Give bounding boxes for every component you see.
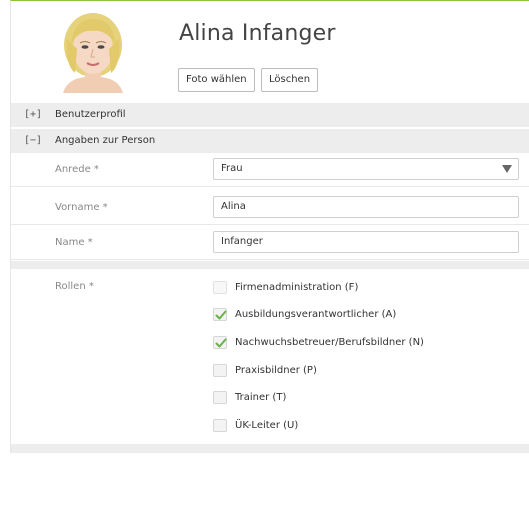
user-form-panel: Alina Infanger Foto wählen Löschen [+] B… xyxy=(10,0,529,453)
section-label: Angaben zur Person xyxy=(55,135,156,146)
role-label: ÜK-Leiter (U) xyxy=(235,420,299,431)
section-benutzerprofil[interactable]: [+] Benutzerprofil xyxy=(11,103,529,127)
section-divider xyxy=(11,261,529,269)
rollen-label: Rollen * xyxy=(55,281,94,292)
vorname-input[interactable]: Alina xyxy=(213,196,519,218)
name-input[interactable]: Infanger xyxy=(213,231,519,253)
check-icon xyxy=(215,310,227,320)
avatar xyxy=(55,9,131,93)
checkbox-checked[interactable] xyxy=(213,336,227,349)
collapse-icon[interactable]: [−] xyxy=(24,129,42,153)
expand-icon[interactable]: [+] xyxy=(24,103,42,127)
role-label: Trainer (T) xyxy=(235,392,287,403)
choose-photo-button[interactable]: Foto wählen xyxy=(178,68,255,92)
checkbox-checked[interactable] xyxy=(213,308,227,321)
checkbox-unchecked[interactable] xyxy=(213,364,227,377)
form-row-vorname: Vorname * Alina xyxy=(11,194,529,225)
section-angaben-zur-person[interactable]: [−] Angaben zur Person xyxy=(11,129,529,153)
check-icon xyxy=(215,338,227,348)
user-face-image xyxy=(63,13,123,93)
user-full-name: Alina Infanger xyxy=(179,21,336,46)
role-label: Ausbildungsverantwortlicher (A) xyxy=(235,309,397,320)
name-label: Name * xyxy=(55,237,93,248)
role-label: Firmenadministration (F) xyxy=(235,282,359,293)
anrede-label: Anrede * xyxy=(55,164,99,175)
form-row-anrede: Anrede * Frau xyxy=(11,156,529,187)
section-footer-bar xyxy=(11,444,529,453)
checkbox-unchecked[interactable] xyxy=(213,391,227,404)
role-label: Praxisbildner (P) xyxy=(235,365,317,376)
form-row-name: Name * Infanger xyxy=(11,229,529,260)
dropdown-arrow-icon[interactable] xyxy=(502,165,512,173)
checkbox-unchecked[interactable] xyxy=(213,419,227,432)
anrede-select[interactable]: Frau xyxy=(213,158,519,180)
delete-photo-button[interactable]: Löschen xyxy=(261,68,319,92)
role-label: Nachwuchsbetreuer/Berufsbildner (N) xyxy=(235,337,424,348)
anrede-selected-value: Frau xyxy=(221,163,243,174)
checkbox-unchecked-disabled xyxy=(213,281,227,294)
vorname-label: Vorname * xyxy=(55,202,108,213)
section-label: Benutzerprofil xyxy=(55,109,126,120)
